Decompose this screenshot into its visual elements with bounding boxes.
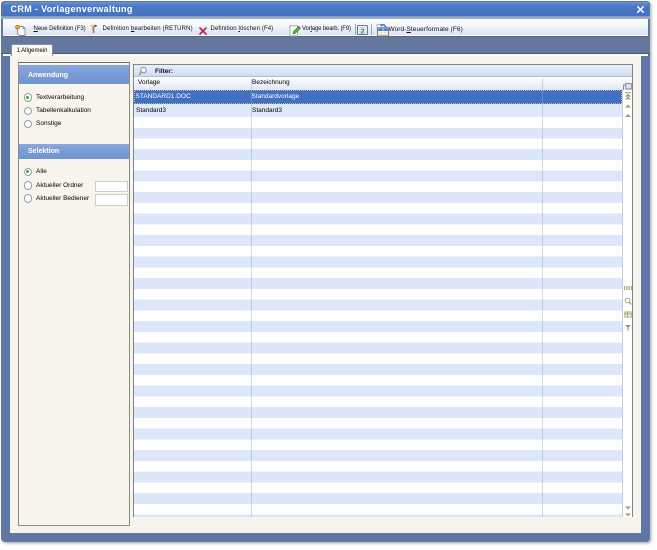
svg-text:2: 2 bbox=[360, 26, 364, 35]
